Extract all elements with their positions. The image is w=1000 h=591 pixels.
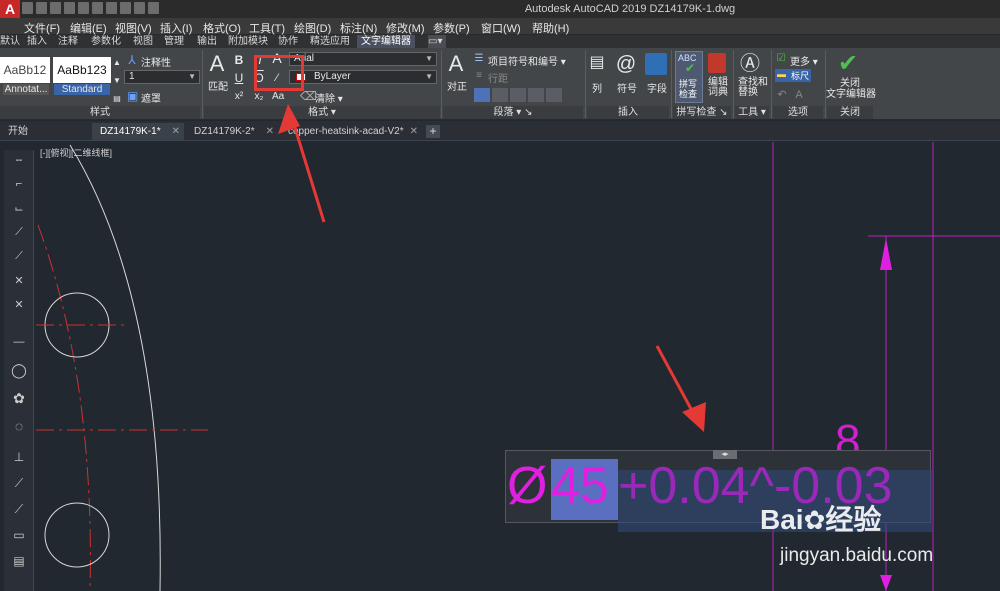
viewport-controls-label[interactable]: [-][俯视][二维线框] bbox=[40, 146, 112, 159]
outer-arc bbox=[69, 144, 161, 591]
line-tool-icon[interactable]: ╌ bbox=[9, 154, 29, 168]
point-icon[interactable]: ⊥ bbox=[9, 450, 29, 466]
polyline-icon[interactable]: ⌙ bbox=[9, 202, 29, 216]
revcloud-icon[interactable]: ✿ bbox=[9, 390, 29, 408]
paw-icon: ✿ bbox=[803, 505, 826, 535]
watermark-brand2: 经验 bbox=[825, 504, 882, 535]
hole-circle bbox=[44, 502, 110, 568]
diameter-symbol: Ø bbox=[507, 457, 548, 515]
divider-line-icon: — bbox=[13, 336, 25, 348]
dimension-arrow bbox=[880, 238, 892, 270]
block-icon[interactable]: ▭ bbox=[9, 528, 29, 544]
annotation-arrow-head bbox=[682, 402, 706, 432]
ellipse-arc-icon[interactable]: ◌ bbox=[9, 418, 29, 436]
arc-icon[interactable]: ✕ bbox=[9, 274, 29, 288]
circle-tool-icon[interactable]: ✕ bbox=[9, 298, 29, 312]
rectangle-icon[interactable]: ⟋ bbox=[9, 250, 29, 264]
dimension-arrow bbox=[880, 575, 892, 591]
annotation-arrow-line bbox=[290, 117, 326, 223]
gradient-icon[interactable]: ⟋ bbox=[9, 502, 29, 518]
watermark-url: jingyan.baidu.com bbox=[780, 545, 934, 566]
polygon-icon[interactable]: ⟋ bbox=[9, 226, 29, 240]
center-arc bbox=[37, 224, 91, 591]
mtext-selected-value[interactable]: 45 bbox=[551, 455, 609, 517]
baidu-watermark: Bai✿经验 bbox=[760, 498, 881, 538]
table-icon[interactable]: ▤ bbox=[9, 554, 29, 570]
construction-line-icon[interactable]: ⌐ bbox=[9, 178, 29, 192]
draw-toolbar: ╌ ⌐ ⌙ ⟋ ⟋ ✕ ✕ — ◯ ✿ ◌ ⊥ ⟋ ⟋ ▭ ▤ bbox=[4, 150, 34, 591]
mtext-width-handle-icon[interactable]: ◂▸ bbox=[713, 450, 737, 459]
hatch-icon[interactable]: ⟋ bbox=[9, 476, 29, 492]
circle-icon[interactable]: ◯ bbox=[9, 362, 29, 380]
autocad-window: A Autodesk AutoCAD 2019 DZ14179K-1.dwg 文… bbox=[0, 0, 1000, 591]
watermark-brand: Bai bbox=[760, 504, 804, 535]
